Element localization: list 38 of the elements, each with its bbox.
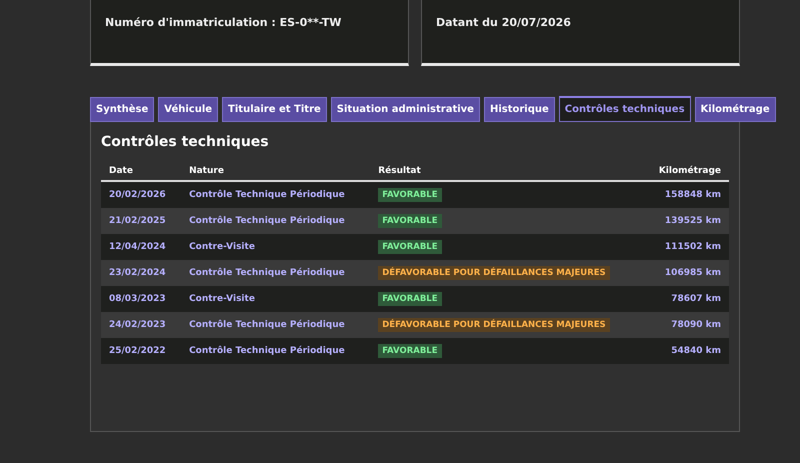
mileage-cell: 54840 km	[642, 338, 729, 364]
date-cell: 20/02/2026	[101, 181, 182, 208]
nature-cell: Contrôle Technique Périodique	[181, 312, 370, 338]
nature-cell: Contrôle Technique Périodique	[181, 260, 370, 286]
nature-cell: Contrôle Technique Périodique	[181, 208, 370, 234]
date-cell: 25/02/2022	[101, 338, 182, 364]
nature-cell: Contrôle Technique Périodique	[181, 338, 370, 364]
result-badge: FAVORABLE	[378, 344, 442, 358]
mileage-cell: 106985 km	[642, 260, 729, 286]
tab[interactable]: Titulaire et Titre	[222, 97, 327, 122]
tab[interactable]: Historique	[484, 97, 555, 122]
result-badge: FAVORABLE	[378, 188, 442, 202]
tab[interactable]: Situation administrative	[330, 97, 480, 122]
nature-cell: Contre-Visite	[181, 286, 370, 312]
date-cell: 21/02/2025	[101, 208, 182, 234]
date-cell: 08/03/2023	[101, 286, 182, 312]
nature-cell: Contre-Visite	[181, 234, 370, 260]
date-cell: 24/02/2023	[101, 312, 182, 338]
result-badge: DÉFAVORABLE POUR DÉFAILLANCES MAJEURES	[378, 318, 610, 332]
mileage-cell: 78090 km	[642, 312, 729, 338]
mileage-cell: 139525 km	[642, 208, 729, 234]
tab[interactable]: Contrôles techniques	[558, 96, 691, 122]
result-badge: DÉFAVORABLE POUR DÉFAILLANCES MAJEURES	[378, 266, 610, 280]
result-badge: FAVORABLE	[378, 240, 442, 254]
mileage-cell: 111502 km	[642, 234, 729, 260]
date-cell: 23/02/2024	[101, 260, 182, 286]
date-cell: 12/04/2024	[101, 234, 182, 260]
info-card: Numéro d'immatriculation : ES-0**-TW	[90, 0, 409, 66]
panel-title: Contrôles techniques	[101, 134, 270, 150]
mileage-cell: 78607 km	[642, 286, 729, 312]
result-badge: FAVORABLE	[378, 292, 442, 306]
result-badge: FAVORABLE	[378, 214, 442, 228]
mileage-cell: 158848 km	[642, 181, 729, 208]
tab[interactable]: Véhicule	[158, 97, 218, 122]
tab[interactable]: Synthèse	[90, 97, 154, 122]
info-card: Datant du 20/07/2026	[421, 0, 740, 66]
tab[interactable]: Kilométrage	[694, 97, 776, 122]
nature-cell: Contrôle Technique Périodique	[181, 181, 370, 208]
